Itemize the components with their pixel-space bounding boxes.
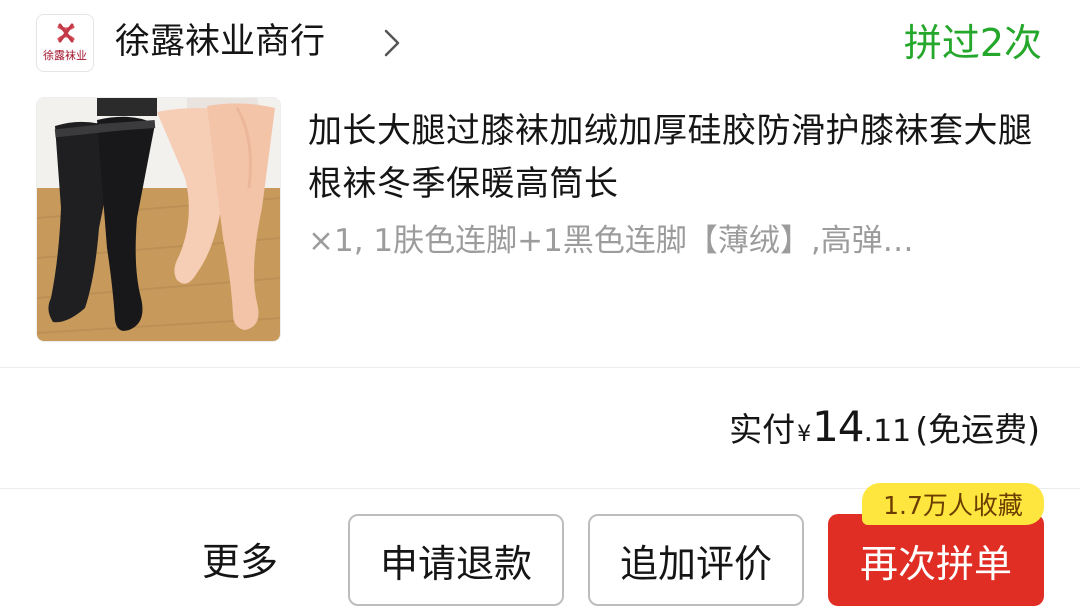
- shop-logo[interactable]: 徐露袜业: [36, 14, 94, 72]
- reorder-button[interactable]: 再次拼单: [828, 514, 1044, 606]
- shop-name-link[interactable]: 徐露袜业商行: [115, 16, 325, 68]
- group-purchase-count: 拼过2次: [903, 21, 1042, 65]
- shipping-note: (免运费): [915, 410, 1040, 449]
- divider: [0, 367, 1080, 368]
- product-title[interactable]: 加长大腿过膝袜加绒加厚硅胶防滑护膝袜套大腿根袜冬季保暖高筒长: [308, 105, 1038, 211]
- paid-label: 实付: [729, 410, 796, 449]
- product-thumbnail[interactable]: [36, 97, 281, 342]
- paid-amount-row: 实付 ¥ 14 .11 (免运费): [729, 402, 1040, 458]
- price-integer: 14: [812, 402, 864, 451]
- product-image: [37, 98, 280, 341]
- ribbon-logo-icon: [57, 23, 75, 43]
- product-sku-spec: ×1, 1肤色连脚+1黑色连脚【薄绒】,高弹…: [308, 223, 914, 259]
- shop-logo-text: 徐露袜业: [43, 49, 87, 62]
- chevron-right-icon[interactable]: [381, 28, 403, 58]
- refund-button[interactable]: 申请退款: [348, 514, 564, 606]
- more-button[interactable]: 更多: [202, 537, 278, 587]
- favorites-badge: 1.7万人收藏: [862, 483, 1044, 525]
- price-decimal: .11: [863, 414, 912, 449]
- currency-symbol: ¥: [797, 422, 812, 447]
- add-review-button[interactable]: 追加评价: [588, 514, 804, 606]
